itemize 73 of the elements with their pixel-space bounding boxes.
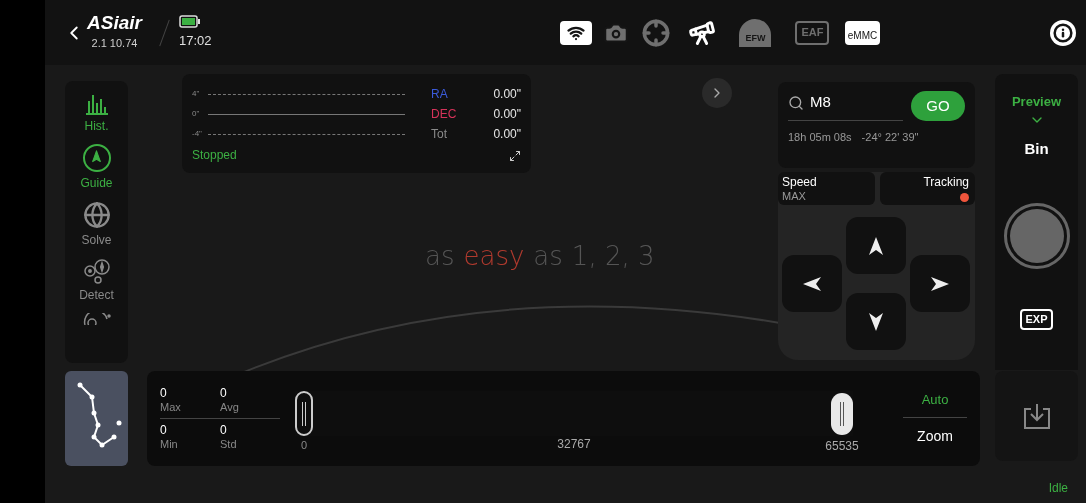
star-detect-icon	[81, 258, 112, 284]
app-logo: ASiair	[87, 13, 142, 33]
axis-name: RA	[431, 86, 448, 103]
focuser-icon[interactable]: EAF	[795, 20, 830, 45]
search-field[interactable]: M8	[788, 91, 903, 121]
error-value: 0.00"	[493, 86, 521, 103]
tagline-word: as	[533, 240, 563, 273]
expand-icon[interactable]	[509, 150, 521, 162]
tracking-button[interactable]: Tracking	[880, 172, 975, 205]
stat-value: 0	[220, 385, 228, 401]
speed-button[interactable]: Speed MAX	[778, 172, 875, 205]
shutter-button[interactable]	[1003, 203, 1070, 269]
sidebar-tool[interactable]: Solve	[81, 201, 112, 249]
search-icon	[788, 94, 804, 111]
stat-label: Avg	[220, 400, 240, 415]
axis-label: -4"	[192, 128, 203, 140]
axis-label: 0"	[192, 108, 201, 120]
zoom-button[interactable]: Zoom	[917, 418, 953, 448]
info-button[interactable]	[1050, 19, 1076, 46]
wifi-icon[interactable]	[560, 20, 593, 45]
orbit-icon	[81, 313, 112, 325]
midpoint-value: 32767	[557, 436, 591, 453]
high-level-value: 65535	[825, 438, 859, 455]
compass-icon	[82, 144, 111, 172]
east-button[interactable]	[910, 255, 970, 312]
low-level-handle[interactable]	[295, 391, 313, 436]
histogram-icon	[83, 93, 110, 115]
sidebar-tool[interactable]: Guide	[80, 144, 113, 192]
error-value: 0.00"	[493, 106, 521, 123]
collapse-button[interactable]	[702, 78, 732, 108]
exposure-button[interactable]: EXP	[1020, 309, 1053, 330]
arrow-left-icon	[803, 276, 821, 291]
stat-value: 0	[160, 385, 168, 401]
axis-name: Tot	[431, 126, 447, 143]
clock-time: 17:02	[178, 31, 212, 50]
high-level-handle[interactable]	[831, 393, 853, 435]
arrow-right-icon	[931, 276, 949, 291]
battery-icon	[178, 14, 201, 28]
south-button[interactable]	[846, 293, 906, 350]
axis-label: 4"	[192, 88, 201, 100]
crosshair-icon[interactable]	[642, 18, 671, 47]
auto-stretch-button[interactable]: Auto	[903, 389, 967, 419]
download-icon[interactable]	[1021, 402, 1052, 430]
axis-name: DEC	[431, 106, 457, 123]
tagline-word: 1, 2, 3	[571, 240, 655, 273]
stat-label: Std	[220, 437, 238, 452]
tagline-word: easy	[463, 240, 525, 273]
error-value: 0.00"	[493, 126, 521, 143]
storage-icon[interactable]: eMMC	[844, 20, 881, 45]
globe-icon	[82, 201, 111, 229]
west-button[interactable]	[782, 255, 842, 312]
sidebar-tool[interactable]: Hist.	[83, 93, 110, 135]
arrow-down-icon	[869, 312, 883, 331]
stat-label: Max	[160, 400, 182, 415]
stat-value: 0	[220, 422, 228, 438]
low-level-value: 0	[300, 438, 308, 453]
ra-coordinate: 18h 05m 08s	[788, 130, 852, 145]
tagline-word: as	[425, 240, 455, 273]
north-button[interactable]	[846, 217, 906, 274]
constellation-thumbnail[interactable]	[65, 371, 128, 466]
stat-value: 0	[160, 422, 168, 438]
sidebar-tool[interactable]: Detect	[79, 258, 114, 304]
sidebar-tool[interactable]	[81, 313, 112, 325]
filter-wheel-icon[interactable]: EFW	[739, 18, 772, 47]
capture-status: Idle	[1048, 480, 1068, 497]
stat-label: Min	[160, 437, 179, 452]
dec-coordinate: -24° 22' 39"	[861, 130, 919, 145]
guide-status: Stopped	[192, 147, 238, 164]
version-label: 2.1 10.74	[91, 36, 138, 52]
arrow-up-icon	[869, 236, 883, 255]
telescope-icon[interactable]	[688, 18, 717, 47]
bin-button[interactable]: Bin	[1024, 137, 1049, 160]
preview-mode-button[interactable]: Preview	[1011, 92, 1062, 128]
